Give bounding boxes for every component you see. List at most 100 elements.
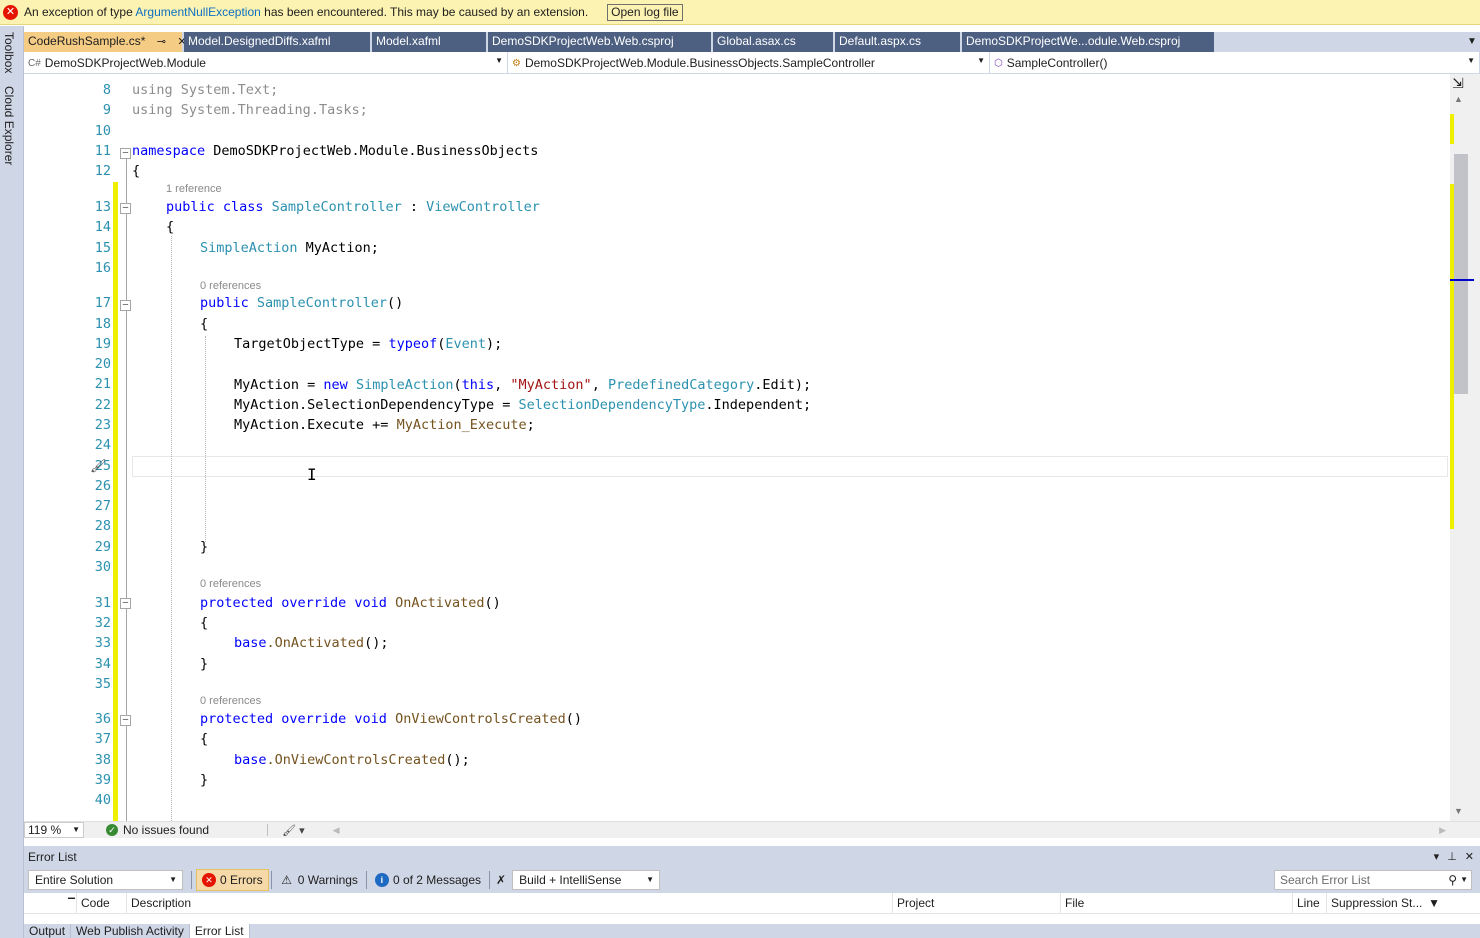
- line-number: 39: [94, 772, 111, 788]
- caret-position-marker: [1450, 279, 1474, 281]
- line-number: 31: [94, 595, 111, 611]
- code-text-area[interactable]: using System.Text; using System.Threadin…: [132, 74, 1452, 821]
- codelens-references[interactable]: 0 references: [200, 280, 261, 292]
- scope-value: Entire Solution: [35, 873, 114, 887]
- toolbox-tab[interactable]: Toolbox: [2, 32, 16, 73]
- chevron-down-icon: ▼: [169, 875, 177, 884]
- paintbrush-icon[interactable]: 🖌: [90, 458, 107, 474]
- code-line-31: protected override void OnActivated(): [200, 595, 501, 611]
- line-number: 29: [94, 539, 111, 555]
- exception-link[interactable]: ArgumentNullException: [135, 5, 260, 19]
- tab-output[interactable]: Output: [24, 924, 72, 938]
- pin-icon[interactable]: ⊥: [1447, 850, 1457, 863]
- collapse-icon[interactable]: −: [120, 715, 131, 726]
- warnings-filter-button[interactable]: ⚠ 0 Warnings: [274, 869, 364, 891]
- tab-model-designeddiffs[interactable]: Model.DesignedDiffs.xafml: [184, 32, 370, 52]
- codelens-references[interactable]: 0 references: [200, 695, 261, 707]
- tab-module-web-csproj[interactable]: DemoSDKProjectWe...odule.Web.csproj: [962, 32, 1214, 52]
- chevron-down-icon: ▼: [72, 825, 80, 834]
- codelens-references[interactable]: 1 reference: [166, 183, 222, 195]
- vertical-scrollbar[interactable]: ⇲ ▲ ▼: [1450, 74, 1480, 821]
- pin-icon[interactable]: ⊸: [157, 33, 166, 52]
- change-tracking-bar: [113, 182, 118, 821]
- column-line[interactable]: Line: [1292, 893, 1326, 914]
- scroll-up-icon[interactable]: ▲: [1454, 94, 1463, 104]
- code-line-13: public class SampleController : ViewCont…: [166, 199, 540, 215]
- scrollbar-thumb[interactable]: [1454, 154, 1468, 394]
- zoom-value: 119 %: [28, 823, 62, 837]
- code-line-21: MyAction = new SimpleAction(this, "MyAct…: [234, 377, 812, 393]
- divider: [191, 871, 192, 889]
- code-line-29: }: [200, 539, 209, 555]
- scroll-down-icon[interactable]: ▼: [1454, 806, 1463, 816]
- column-description[interactable]: Description: [126, 893, 892, 914]
- issues-status[interactable]: No issues found: [123, 823, 209, 837]
- tab-web-csproj[interactable]: DemoSDKProjectWeb.Web.csproj: [488, 32, 711, 52]
- collapse-icon[interactable]: −: [120, 300, 131, 311]
- close-icon[interactable]: ✕: [1465, 850, 1474, 863]
- column-code[interactable]: Code: [76, 893, 126, 914]
- search-icon[interactable]: ⚲: [1448, 871, 1457, 889]
- chevron-down-icon: ▼: [646, 875, 655, 884]
- search-input[interactable]: Search Error List ⚲ ▼: [1274, 870, 1472, 890]
- tab-label: CodeRushSample.cs*: [28, 34, 146, 48]
- errors-filter-button[interactable]: ✕ 0 Errors: [196, 869, 269, 891]
- line-number: 12: [94, 163, 111, 179]
- open-log-file-button[interactable]: Open log file: [607, 3, 683, 21]
- chevron-down-icon[interactable]: ▼: [1460, 871, 1468, 889]
- indent-guide: [205, 336, 206, 542]
- collapse-icon[interactable]: −: [120, 598, 131, 609]
- error-icon: ✕: [202, 873, 216, 887]
- csharp-project-icon: C#: [28, 57, 41, 69]
- divider: [267, 824, 269, 836]
- code-cleanup-icon[interactable]: 🖌 ▾: [282, 824, 305, 837]
- code-line-14: {: [166, 219, 175, 235]
- tab-global-asax[interactable]: Global.asax.cs: [713, 32, 833, 52]
- collapse-icon[interactable]: −: [120, 148, 131, 159]
- code-line-18: {: [200, 316, 209, 332]
- messages-filter-button[interactable]: i 0 of 2 Messages: [369, 869, 487, 891]
- build-filter-dropdown[interactable]: Build + IntelliSense ▼: [512, 870, 661, 890]
- line-number: 11: [94, 143, 111, 159]
- tab-model-xafml[interactable]: Model.xafml: [372, 32, 486, 52]
- scroll-left-icon[interactable]: ◀: [333, 825, 340, 836]
- column-suppression-state[interactable]: Suppression St...: [1326, 893, 1434, 914]
- scope-dropdown[interactable]: Entire Solution ▼: [28, 870, 183, 890]
- line-number: 38: [94, 752, 111, 768]
- line-number: 30: [94, 559, 111, 575]
- scroll-right-icon[interactable]: ▶: [1439, 825, 1446, 836]
- code-editor[interactable]: 8 9 10 11 12 13 14 15 16 17 18 19 20 21 …: [24, 74, 1452, 821]
- zoom-dropdown[interactable]: 119 % ▼: [24, 822, 84, 838]
- filter-icon[interactable]: ▼: [1428, 896, 1440, 910]
- tab-default-aspx[interactable]: Default.aspx.cs: [835, 32, 960, 52]
- sort-icon[interactable]: ▔: [64, 893, 75, 914]
- check-circle-icon: ✓: [106, 824, 118, 836]
- filter-toggle-icon[interactable]: ✗: [496, 873, 506, 887]
- tab-web-publish-activity[interactable]: Web Publish Activity: [71, 924, 190, 938]
- codelens-references[interactable]: 0 references: [200, 578, 261, 590]
- tab-coderushsample[interactable]: CodeRushSample.cs* ⊸ ✕: [24, 32, 187, 52]
- tab-overflow-icon[interactable]: ▼: [1464, 32, 1480, 52]
- error-list-body[interactable]: [24, 914, 1480, 924]
- column-project[interactable]: Project: [892, 893, 1060, 914]
- code-line-19: TargetObjectType = typeof(Event);: [234, 336, 503, 352]
- collapse-icon[interactable]: −: [120, 203, 131, 214]
- error-list-header: Error List ▾ ⊥ ✕: [24, 846, 1480, 867]
- chevron-down-icon[interactable]: ▾: [1434, 850, 1440, 863]
- line-number: 28: [94, 518, 111, 534]
- tab-error-list[interactable]: Error List: [189, 924, 250, 938]
- line-number-margin: 8 9 10 11 12 13 14 15 16 17 18 19 20 21 …: [44, 74, 111, 821]
- indent-guide: [171, 236, 172, 821]
- column-file[interactable]: File: [1060, 893, 1292, 914]
- type-dropdown[interactable]: ⚙ DemoSDKProjectWeb.Module.BusinessObjec…: [508, 52, 990, 74]
- cloud-explorer-tab[interactable]: Cloud Explorer: [2, 86, 16, 165]
- chevron-down-icon: ▼: [495, 56, 503, 65]
- line-number: 14: [94, 219, 111, 235]
- project-dropdown[interactable]: C# DemoSDKProjectWeb.Module ▼: [24, 52, 508, 74]
- split-editor-icon[interactable]: ⇲: [1450, 74, 1466, 92]
- member-dropdown[interactable]: ⬡ SampleController() ▼: [990, 52, 1480, 74]
- current-line-highlight: [132, 456, 1448, 477]
- method-icon: ⬡: [994, 57, 1003, 69]
- warnings-count: 0 Warnings: [297, 873, 358, 887]
- code-line-39: }: [200, 772, 209, 788]
